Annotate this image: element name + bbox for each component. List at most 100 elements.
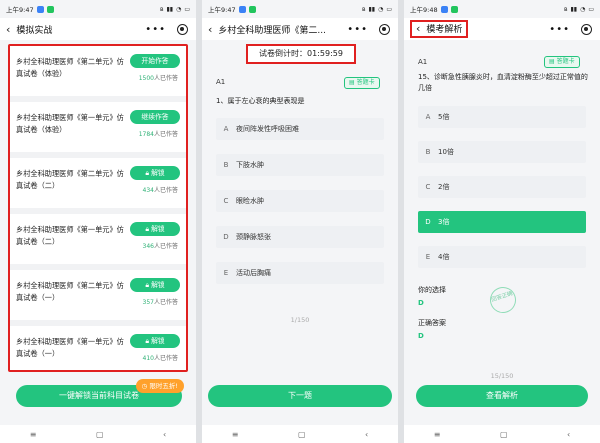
status-bar: 上午9:48 ʙ ▮▮ ◔ ▭ [404, 0, 600, 18]
exam-card[interactable]: 乡村全科助理医师《第一单元》仿真试卷（一） 🔒︎ 解锁 410人已作答 [10, 326, 186, 370]
wechat-notification-icon [46, 5, 54, 13]
sheet-icon: ▤ [549, 58, 557, 65]
menu-icon[interactable]: ≡ [232, 430, 239, 439]
unlock-button[interactable]: 🔒︎ 解锁 [130, 278, 180, 292]
option-e[interactable]: E 活动后胸痛 [216, 262, 384, 284]
signal-icon: ▮▮ [570, 5, 578, 13]
exam-countdown: 试卷倒计时：01:59:59 [246, 44, 356, 64]
option-e[interactable]: E 4倍 [418, 246, 586, 268]
wechat-notification-icon [450, 5, 458, 13]
nav-bar: ‹ 模考解析 ••• [404, 18, 600, 40]
option-d-selected[interactable]: D 3倍 [418, 211, 586, 233]
view-analysis-button[interactable]: 查看解析 [416, 385, 588, 407]
home-icon[interactable]: ▢ [500, 430, 508, 439]
battery-icon: ▭ [184, 5, 190, 13]
phone-screen-exam-question: 上午9:47 ʙ ▮▮ ◔ ▭ ‹ 乡村全科助理医师《第二... ••• 试卷倒计时：… [202, 0, 398, 443]
wifi-icon: ◔ [378, 5, 384, 13]
back-nav-icon[interactable]: ‹ [567, 430, 570, 439]
your-choice-label: 你的选择 [418, 286, 446, 294]
bluetooth-icon: ʙ [563, 5, 568, 13]
answer-count: 434人已作答 [142, 187, 178, 194]
exam-card[interactable]: 乡村全科助理医师《第二单元》仿真试卷（体验） 开始作答 1500人已作答 [10, 46, 186, 102]
page-title: 乡村全科助理医师《第二... [218, 25, 326, 36]
menu-icon[interactable]: ≡ [30, 430, 37, 439]
back-nav-icon[interactable]: ‹ [163, 430, 166, 439]
answer-sheet-button[interactable]: ▤ 答题卡 [344, 77, 380, 89]
more-icon[interactable]: ••• [549, 24, 570, 35]
your-choice-value: D [418, 299, 424, 307]
answer-sheet-button[interactable]: ▤ 答题卡 [544, 56, 580, 68]
system-nav-bar: ≡ ▢ ‹ [0, 425, 196, 443]
exam-card[interactable]: 乡村全科助理医师《第一单元》仿真试卷（体验） 继续作答 1784人已作答 [10, 102, 186, 158]
battery-icon: ▭ [386, 5, 392, 13]
exam-title: 乡村全科助理医师《第二单元》仿真试卷（二） [16, 169, 124, 190]
question-text: 15、诊断急性胰腺炎时，血清淀粉酶至少超过正常值的几倍 [418, 73, 588, 92]
correct-answer-label: 正确答案 [418, 319, 446, 327]
answer-count: 410人已作答 [142, 355, 178, 362]
question-text: 1、属于左心衰的典型表现是 [216, 97, 305, 105]
menu-icon[interactable]: ≡ [434, 430, 441, 439]
option-b[interactable]: B 10倍 [418, 141, 586, 163]
back-nav-icon[interactable]: ‹ [365, 430, 368, 439]
system-nav-bar: ≡ ▢ ‹ [202, 425, 398, 443]
wechat-notification-icon [248, 5, 256, 13]
unlock-button[interactable]: 🔒︎ 解锁 [130, 166, 180, 180]
exam-title: 乡村全科助理医师《第一单元》仿真试卷（体验） [16, 113, 124, 134]
option-a[interactable]: A 5倍 [418, 106, 586, 128]
status-bar: 上午9:47 ʙ ▮▮ ◔ ▭ [202, 0, 398, 18]
signal-icon: ▮▮ [166, 5, 174, 13]
phone-screen-mock-exam-list: 上午9:47 ʙ ▮▮ ◔ ▭ ‹ 模拟实战 ••• 乡村全科助理医师《第二单元》仿真… [0, 0, 196, 443]
close-miniprogram-icon[interactable] [379, 23, 390, 35]
page-title-box: ‹ 模考解析 [410, 20, 469, 38]
app-notification-icon [238, 5, 246, 13]
option-c[interactable]: C 2倍 [418, 176, 586, 198]
exam-title: 乡村全科助理医师《第一单元》仿真试卷（一） [16, 337, 124, 358]
sheet-icon: ▤ [349, 79, 357, 86]
more-icon[interactable]: ••• [347, 24, 368, 35]
exam-title: 乡村全科助理医师《第二单元》仿真试卷（体验） [16, 57, 124, 78]
more-icon[interactable]: ••• [145, 24, 166, 35]
page-indicator: 15/150 [490, 372, 514, 380]
home-icon[interactable]: ▢ [96, 430, 104, 439]
close-miniprogram-icon[interactable] [177, 23, 188, 35]
exam-title: 乡村全科助理医师《第二单元》仿真试卷（一） [16, 281, 124, 302]
answer-count: 346人已作答 [142, 243, 178, 250]
promo-badge: ◷ 限时五折! [135, 379, 184, 393]
exam-card[interactable]: 乡村全科助理医师《第二单元》仿真试卷（一） 🔒︎ 解锁 357人已作答 [10, 270, 186, 326]
unlock-button[interactable]: 🔒︎ 解锁 [130, 334, 180, 348]
wifi-icon: ◔ [580, 5, 586, 13]
answer-count: 1784人已作答 [138, 131, 178, 138]
battery-icon: ▭ [588, 5, 594, 13]
page-title: 模拟实战 [16, 25, 53, 36]
unlock-button[interactable]: 🔒︎ 解锁 [130, 222, 180, 236]
back-icon[interactable]: ‹ [416, 22, 420, 35]
app-notification-icon [36, 5, 44, 13]
question-type: A1 [418, 58, 428, 66]
option-d[interactable]: D 颈静脉怒张 [216, 226, 384, 248]
exam-card[interactable]: 乡村全科助理医师《第二单元》仿真试卷（二） 🔒︎ 解锁 434人已作答 [10, 158, 186, 214]
nav-bar: ‹ 模拟实战 ••• [0, 18, 196, 40]
bluetooth-icon: ʙ [159, 5, 164, 13]
exam-title: 乡村全科助理医师《第一单元》仿真试卷（二） [16, 225, 124, 246]
option-b[interactable]: B 下肢水肿 [216, 154, 384, 176]
app-notification-icon [440, 5, 448, 13]
page-title: 模考解析 [426, 25, 463, 35]
answer-count: 357人已作答 [142, 299, 178, 306]
next-question-button[interactable]: 下一题 [208, 385, 392, 407]
back-icon[interactable]: ‹ [208, 23, 212, 36]
home-icon[interactable]: ▢ [298, 430, 306, 439]
option-a[interactable]: A 夜间阵发性呼吸困难 [216, 118, 384, 140]
status-time: 上午9:47 [208, 6, 236, 14]
option-c[interactable]: C 眼睑水肿 [216, 190, 384, 212]
back-icon[interactable]: ‹ [6, 23, 10, 36]
nav-bar: ‹ 乡村全科助理医师《第二... ••• [202, 18, 398, 40]
system-nav-bar: ≡ ▢ ‹ [404, 425, 600, 443]
exam-card[interactable]: 乡村全科助理医师《第一单元》仿真试卷（二） 🔒︎ 解锁 346人已作答 [10, 214, 186, 270]
bluetooth-icon: ʙ [361, 5, 366, 13]
status-time: 上午9:47 [6, 6, 34, 14]
continue-exam-button[interactable]: 继续作答 [130, 110, 180, 124]
start-exam-button[interactable]: 开始作答 [130, 54, 180, 68]
close-miniprogram-icon[interactable] [581, 23, 592, 35]
answer-count: 1500人已作答 [138, 75, 178, 82]
correct-answer-value: D [418, 332, 424, 340]
